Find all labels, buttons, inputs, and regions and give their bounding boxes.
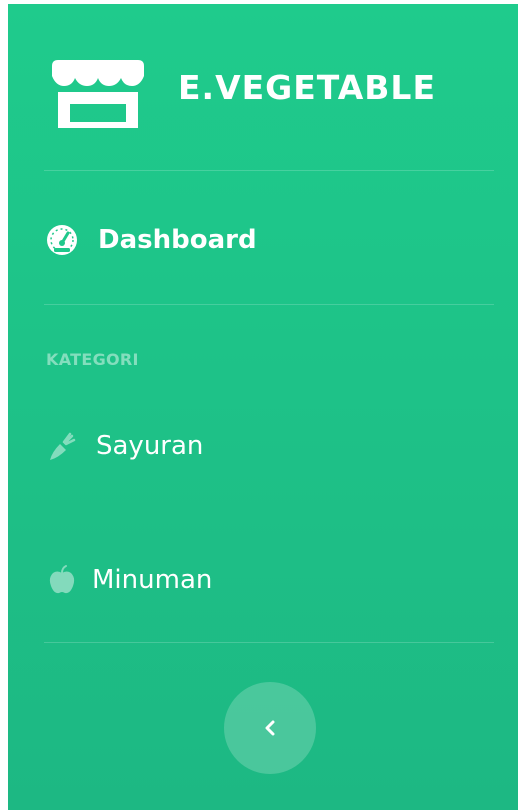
sidebar-toggle-button[interactable] <box>224 682 316 774</box>
sidebar-brand[interactable]: E.VEGETABLE <box>8 4 518 172</box>
nav-item-minuman[interactable]: Minuman <box>8 550 518 610</box>
divider <box>44 304 494 305</box>
nav-item-dashboard[interactable]: Dashboard <box>8 210 518 270</box>
chevron-left-icon <box>265 720 275 736</box>
divider <box>44 642 494 643</box>
nav-item-minuman-label: Minuman <box>92 565 213 595</box>
sidebar: E.VEGETABLE Dashboard KATEGORI Sayuran M… <box>8 4 518 810</box>
nav-item-sayuran-label: Sayuran <box>96 431 204 461</box>
divider <box>44 170 494 171</box>
nav-item-sayuran[interactable]: Sayuran <box>8 416 518 476</box>
tachometer-icon <box>47 225 77 255</box>
brand-name: E.VEGETABLE <box>178 68 437 107</box>
store-icon <box>52 60 144 128</box>
apple-icon <box>49 565 75 594</box>
carrot-icon <box>50 432 76 460</box>
section-heading-kategori: KATEGORI <box>46 350 139 369</box>
nav-item-dashboard-label: Dashboard <box>98 225 257 255</box>
